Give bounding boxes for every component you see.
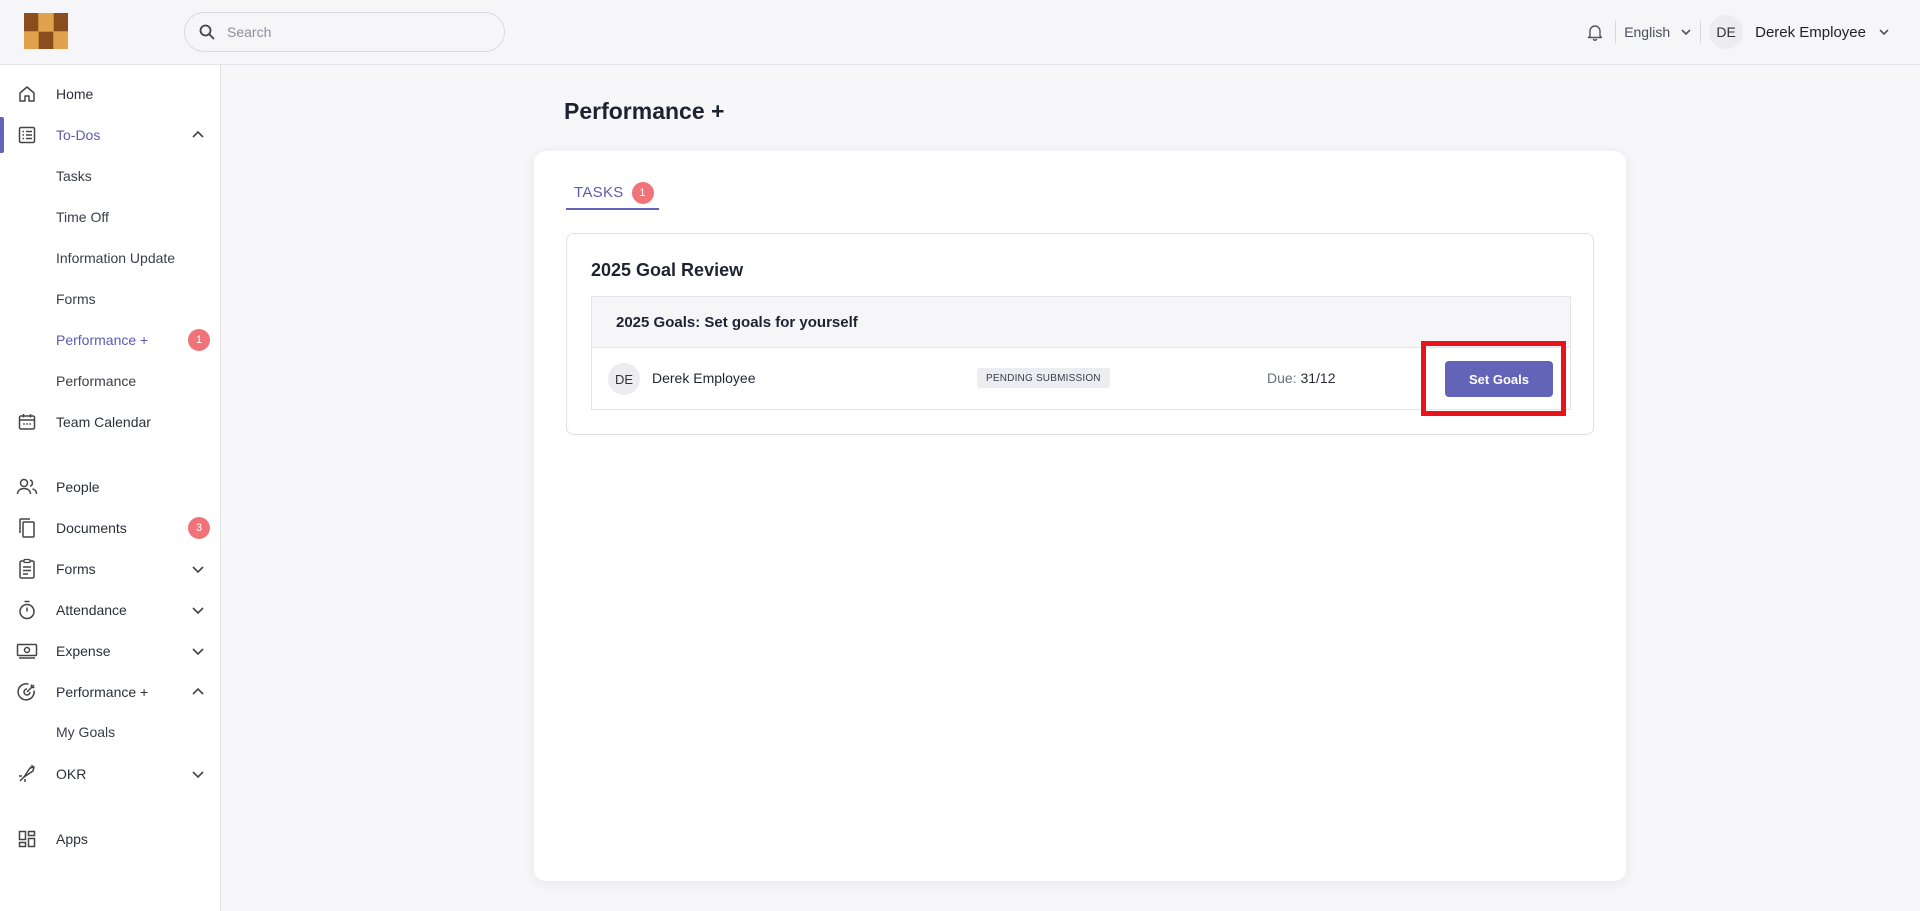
top-bar: English DE Derek Employee — [0, 0, 1920, 65]
goal-heading: 2025 Goals: Set goals for yourself — [616, 314, 858, 331]
checklist-icon — [16, 124, 38, 146]
avatar: DE — [608, 363, 640, 395]
sidebar-subitem-performance-plus[interactable]: Performance + — [56, 329, 148, 351]
notifications-bell-icon[interactable] — [1583, 20, 1607, 44]
highlight-box — [1421, 341, 1566, 416]
sidebar-item-todos[interactable]: To-Dos — [0, 117, 221, 153]
sidebar-item-label: Home — [56, 86, 94, 102]
sidebar-item-label: Team Calendar — [56, 414, 151, 430]
sidebar-item-performance-plus[interactable]: Performance + — [0, 674, 221, 710]
tab-label: TASKS — [574, 184, 624, 201]
chevron-down-icon[interactable] — [190, 561, 206, 577]
sidebar-item-label: OKR — [56, 766, 87, 782]
count-badge: 1 — [188, 329, 210, 351]
home-icon — [16, 83, 38, 105]
chevron-down-icon — [1879, 29, 1889, 36]
employee-name: Derek Employee — [652, 370, 756, 386]
sidebar-item-label: Expense — [56, 643, 111, 659]
chevron-up-icon[interactable] — [190, 684, 206, 700]
sidebar: Home To-Dos Tasks Time Off Information U… — [0, 65, 221, 911]
apps-grid-icon — [16, 828, 38, 850]
sidebar-item-attendance[interactable]: Attendance — [0, 592, 221, 628]
sidebar-item-label: To-Dos — [56, 127, 101, 143]
sidebar-subitem-tasks[interactable]: Tasks — [56, 165, 92, 187]
search-input[interactable] — [227, 24, 477, 40]
stopwatch-icon — [16, 599, 38, 621]
tab-tasks[interactable]: TASKS 1 — [566, 175, 662, 210]
sidebar-item-label: People — [56, 479, 100, 495]
sidebar-item-label: Attendance — [56, 602, 127, 618]
calendar-icon — [16, 411, 38, 433]
count-badge: 3 — [188, 517, 210, 539]
tasks-card: TASKS 1 2025 Goal Review 2025 Goals: Set… — [534, 151, 1626, 881]
people-icon — [16, 476, 38, 498]
sidebar-item-label: Performance + — [56, 684, 149, 700]
due-value: 31/12 — [1300, 370, 1336, 386]
chevron-down-icon[interactable] — [190, 766, 206, 782]
language-selector[interactable]: English — [1624, 24, 1692, 40]
chevron-up-icon[interactable] — [190, 127, 206, 143]
sidebar-item-people[interactable]: People — [0, 469, 221, 505]
target-icon — [16, 681, 38, 703]
sidebar-item-documents[interactable]: Documents 3 — [0, 510, 221, 546]
sidebar-item-apps[interactable]: Apps — [0, 821, 221, 857]
sidebar-item-label: Documents — [56, 520, 127, 536]
active-indicator — [0, 117, 4, 153]
status-badge: PENDING SUBMISSION — [977, 368, 1110, 388]
sidebar-item-label: Apps — [56, 831, 88, 847]
sidebar-subitem-my-goals[interactable]: My Goals — [56, 721, 115, 743]
review-title: 2025 Goal Review — [591, 260, 744, 280]
company-logo[interactable] — [24, 13, 68, 49]
avatar: DE — [1709, 15, 1744, 49]
sidebar-item-forms[interactable]: Forms — [0, 551, 221, 587]
chevron-down-icon — [1681, 29, 1691, 36]
due-date: Due: 31/12 — [1267, 370, 1336, 386]
language-label: English — [1624, 24, 1671, 40]
chevron-down-icon[interactable] — [190, 602, 206, 618]
sidebar-item-okr[interactable]: OKR — [0, 756, 221, 792]
sidebar-item-home[interactable]: Home — [0, 76, 221, 112]
due-label: Due: — [1267, 370, 1297, 386]
sidebar-subitem-forms[interactable]: Forms — [56, 288, 96, 310]
banknote-icon — [16, 640, 38, 662]
sidebar-subitem-information-update[interactable]: Information Update — [56, 247, 175, 269]
sidebar-item-label: Forms — [56, 561, 96, 577]
divider — [1700, 20, 1702, 44]
user-menu[interactable]: DE Derek Employee — [1709, 15, 1890, 49]
count-badge: 1 — [631, 181, 654, 204]
divider — [1615, 20, 1617, 44]
page-title: Performance + — [564, 98, 725, 124]
chevron-down-icon[interactable] — [190, 643, 206, 659]
sidebar-subitem-performance[interactable]: Performance — [56, 370, 136, 392]
sidebar-item-team-calendar[interactable]: Team Calendar — [0, 404, 221, 440]
clipboard-icon — [16, 558, 38, 580]
search-icon — [199, 24, 215, 40]
search-box[interactable] — [184, 12, 505, 52]
documents-icon — [16, 517, 38, 539]
sidebar-item-expense[interactable]: Expense — [0, 633, 221, 669]
sidebar-subitem-time-off[interactable]: Time Off — [56, 206, 109, 228]
rocket-icon — [16, 763, 38, 785]
user-name: Derek Employee — [1755, 23, 1866, 41]
active-tab-indicator — [566, 208, 659, 210]
